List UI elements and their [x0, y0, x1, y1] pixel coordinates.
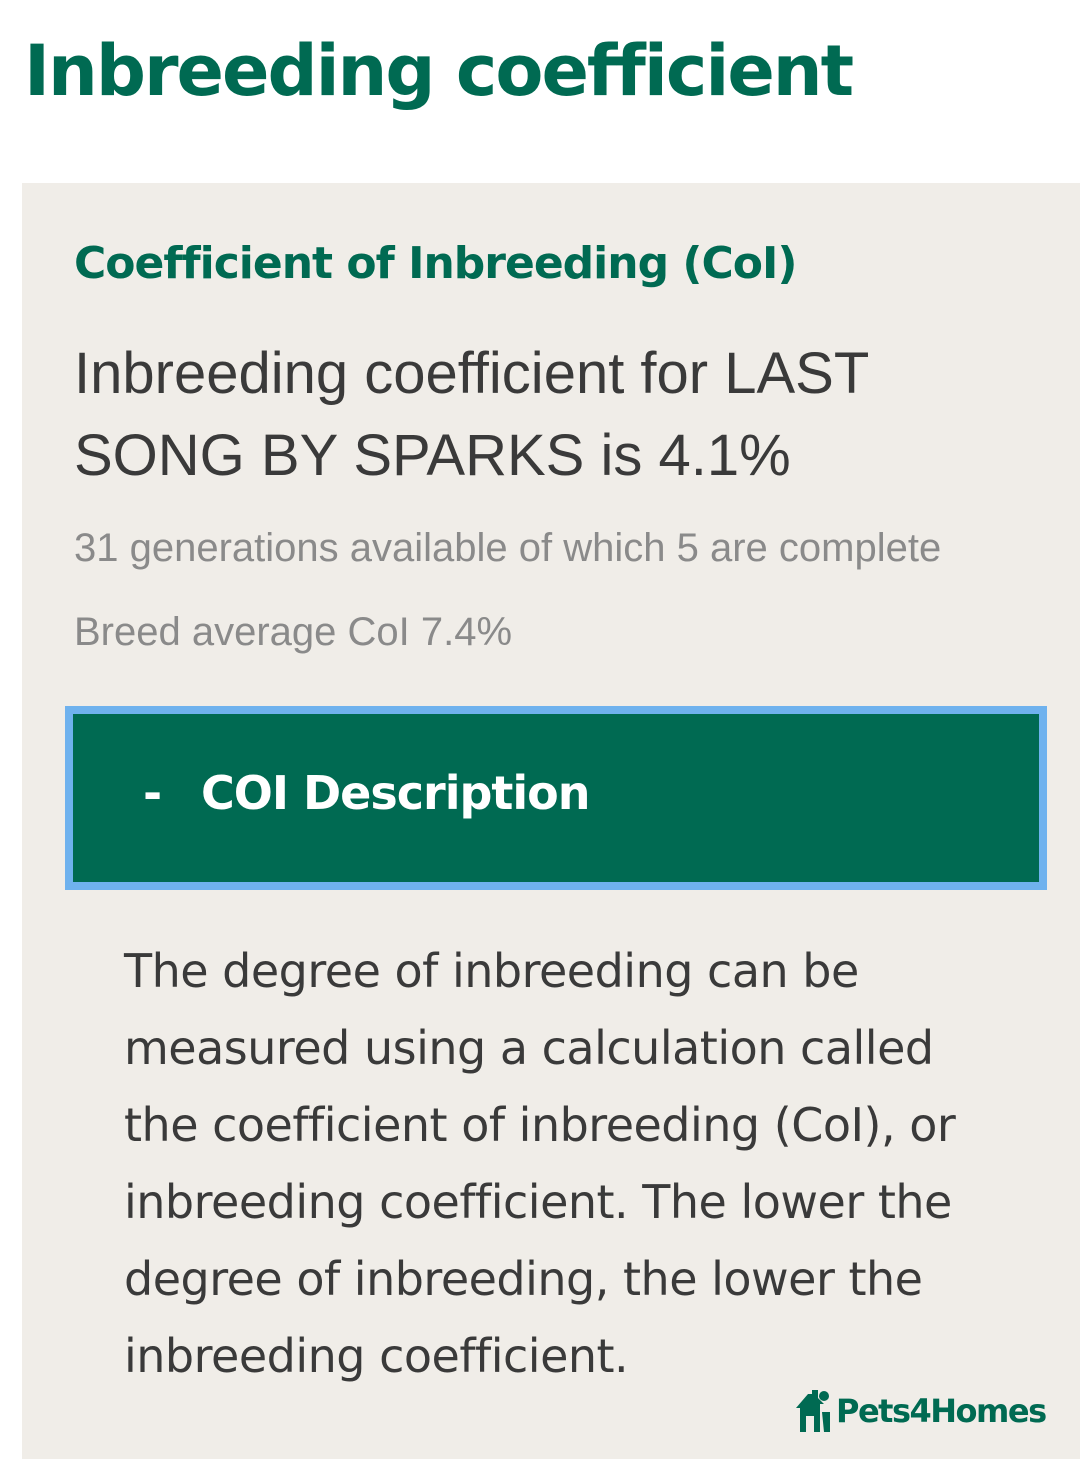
pets4homes-logo: Pets4Homes	[794, 1386, 1047, 1436]
breed-average-info: Breed average CoI 7.4%	[74, 610, 513, 654]
page-title: Inbreeding coefficient	[24, 30, 854, 112]
page: Inbreeding coefficient Coefficient of In…	[0, 0, 1080, 1459]
coi-description-label: COI Description	[201, 766, 591, 820]
coi-card-heading: Coefficient of Inbreeding (CoI)	[74, 238, 797, 289]
coi-card: Coefficient of Inbreeding (CoI) Inbreedi…	[22, 183, 1080, 1459]
coi-description-text: The degree of inbreeding can be measured…	[124, 944, 956, 1383]
generations-info: 31 generations available of which 5 are …	[74, 526, 942, 570]
collapse-toggle-icon: -	[143, 766, 163, 820]
coi-description-accordion-button[interactable]: - COI Description	[65, 706, 1047, 890]
pets4homes-logo-icon	[796, 1390, 830, 1432]
brand-name: Pets4Homes	[836, 1392, 1047, 1430]
coi-result-text: Inbreeding coefficient for LAST SONG BY …	[74, 341, 869, 488]
